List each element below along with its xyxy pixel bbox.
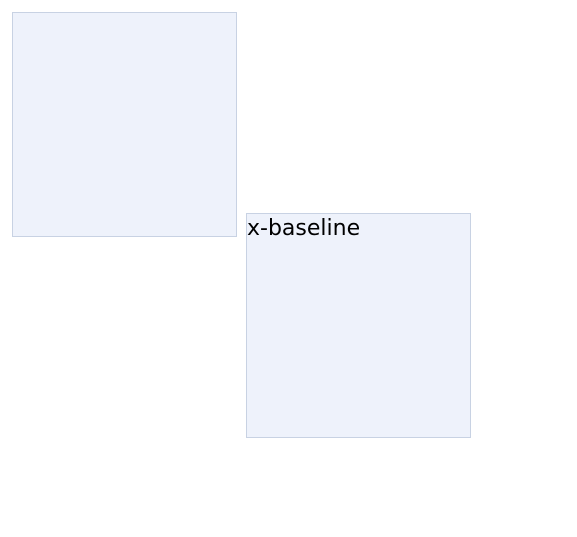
empty-box (12, 12, 237, 237)
baseline-label: x-baseline (247, 216, 361, 241)
baseline-box: x-baseline (246, 213, 471, 438)
canvas: x-baseline (0, 0, 577, 537)
